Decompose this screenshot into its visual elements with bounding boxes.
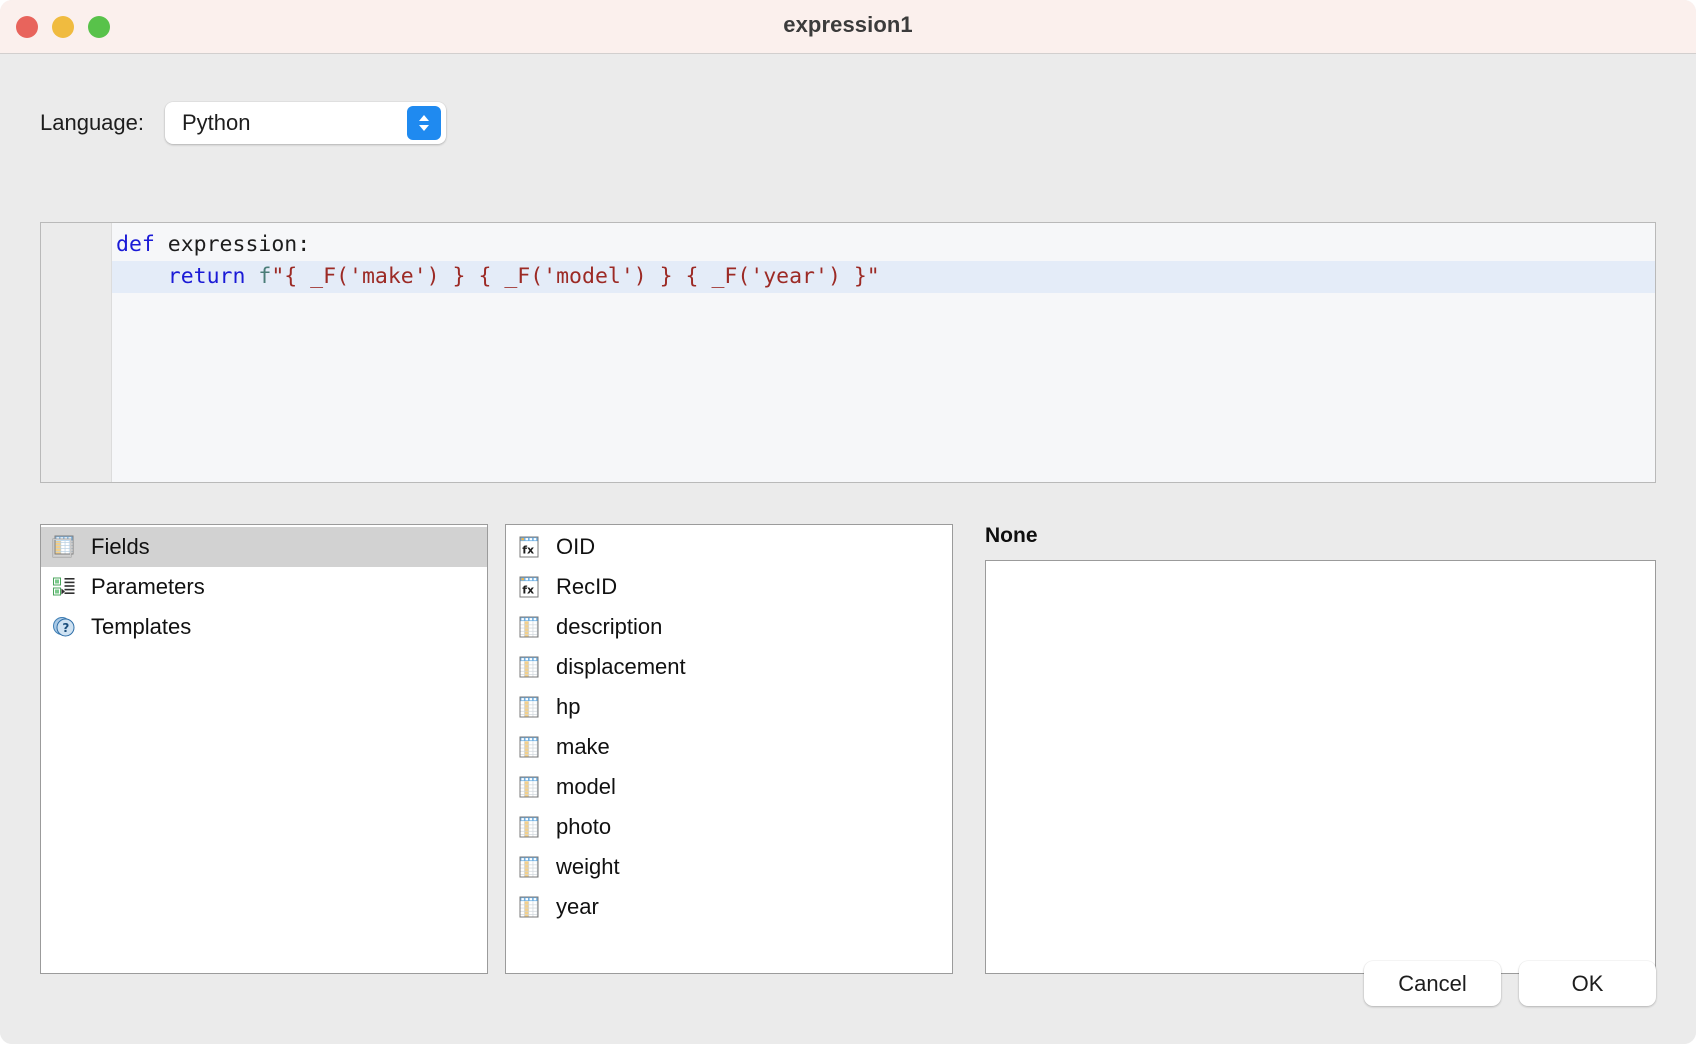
table-column-icon [519, 736, 539, 758]
field-item-displacement[interactable]: displacement [506, 647, 952, 687]
table-grid-icon [52, 535, 74, 558]
detail-list [986, 561, 1655, 563]
question-circle-icon: ? [53, 617, 75, 637]
field-item-model[interactable]: model [506, 767, 952, 807]
fields-list: fx OID fx RecID description displacement hp mak… [506, 525, 952, 927]
list-item-label: Parameters [91, 574, 205, 599]
table-column-icon [519, 696, 539, 718]
fx-field-icon: fx [519, 576, 539, 598]
list-item-label: year [556, 894, 599, 919]
cancel-button[interactable]: Cancel [1364, 961, 1501, 1006]
field-item-photo[interactable]: photo [506, 807, 952, 847]
list-item-label: displacement [556, 654, 686, 679]
categories-panel[interactable]: Fields Parameters? Templates [40, 524, 488, 974]
code-token: def [116, 232, 168, 257]
detail-panel[interactable] [985, 560, 1656, 974]
category-item-parameters[interactable]: Parameters [41, 567, 487, 607]
ok-button[interactable]: OK [1519, 961, 1656, 1006]
expression-editor-window: expression1 Language: Python def express… [0, 0, 1696, 1044]
code-token: return [167, 264, 259, 289]
category-item-fields[interactable]: Fields [41, 527, 487, 567]
field-item-oid[interactable]: fx OID [506, 527, 952, 567]
field-item-hp[interactable]: hp [506, 687, 952, 727]
language-select[interactable]: Python [165, 102, 446, 144]
dialog-content: Language: Python def expression: return … [0, 54, 1696, 1044]
code-token: expression: [167, 232, 311, 257]
table-column-icon [519, 896, 539, 918]
parameters-icon [53, 577, 75, 596]
code-line: def expression: [112, 229, 1655, 261]
field-item-weight[interactable]: weight [506, 847, 952, 887]
table-column-icon [519, 616, 539, 638]
table-column-icon [519, 856, 539, 878]
field-item-year[interactable]: year [506, 887, 952, 927]
detail-panel-title: None [985, 524, 1038, 547]
window-titlebar: expression1 [0, 0, 1696, 54]
window-title: expression1 [783, 12, 913, 37]
svg-text:fx: fx [522, 584, 534, 597]
chevron-up-down-icon [407, 106, 441, 140]
language-row: Language: Python [40, 102, 446, 144]
fields-panel[interactable]: fx OID fx RecID description displacement hp mak… [505, 524, 953, 974]
field-item-make[interactable]: make [506, 727, 952, 767]
list-item-label: Fields [91, 534, 150, 559]
code-token: f [258, 264, 272, 289]
svg-text:fx: fx [522, 544, 534, 557]
code-line: return f"{ _F('make') } { _F('model') } … [112, 261, 1655, 293]
language-label: Language: [40, 110, 144, 135]
list-item-label: model [556, 774, 616, 799]
code-token: "{ _F('make') } { _F('model') } { _F('ye… [271, 264, 880, 289]
list-item-label: make [556, 734, 610, 759]
table-column-icon [519, 656, 539, 678]
svg-text:?: ? [62, 621, 69, 635]
list-item-label: hp [556, 694, 581, 719]
list-item-label: Templates [91, 614, 192, 639]
field-item-recid[interactable]: fx RecID [506, 567, 952, 607]
editor-code-area[interactable]: def expression: return f"{ _F('make') } … [112, 223, 1655, 482]
list-item-label: photo [556, 814, 612, 839]
fx-field-icon: fx [519, 536, 539, 558]
dialog-footer: Cancel OK [1364, 961, 1656, 1006]
field-item-description[interactable]: description [506, 607, 952, 647]
code-editor[interactable]: def expression: return f"{ _F('make') } … [40, 222, 1656, 483]
list-item-label: RecID [556, 574, 618, 599]
language-select-value: Python [182, 110, 251, 135]
list-item-label: description [556, 614, 663, 639]
table-column-icon [519, 776, 539, 798]
editor-gutter [41, 223, 112, 482]
table-column-icon [519, 816, 539, 838]
list-item-label: weight [556, 854, 620, 879]
categories-list: Fields Parameters? Templates [41, 525, 487, 647]
list-item-label: OID [556, 534, 596, 559]
category-item-templates[interactable]: ? Templates [41, 607, 487, 647]
